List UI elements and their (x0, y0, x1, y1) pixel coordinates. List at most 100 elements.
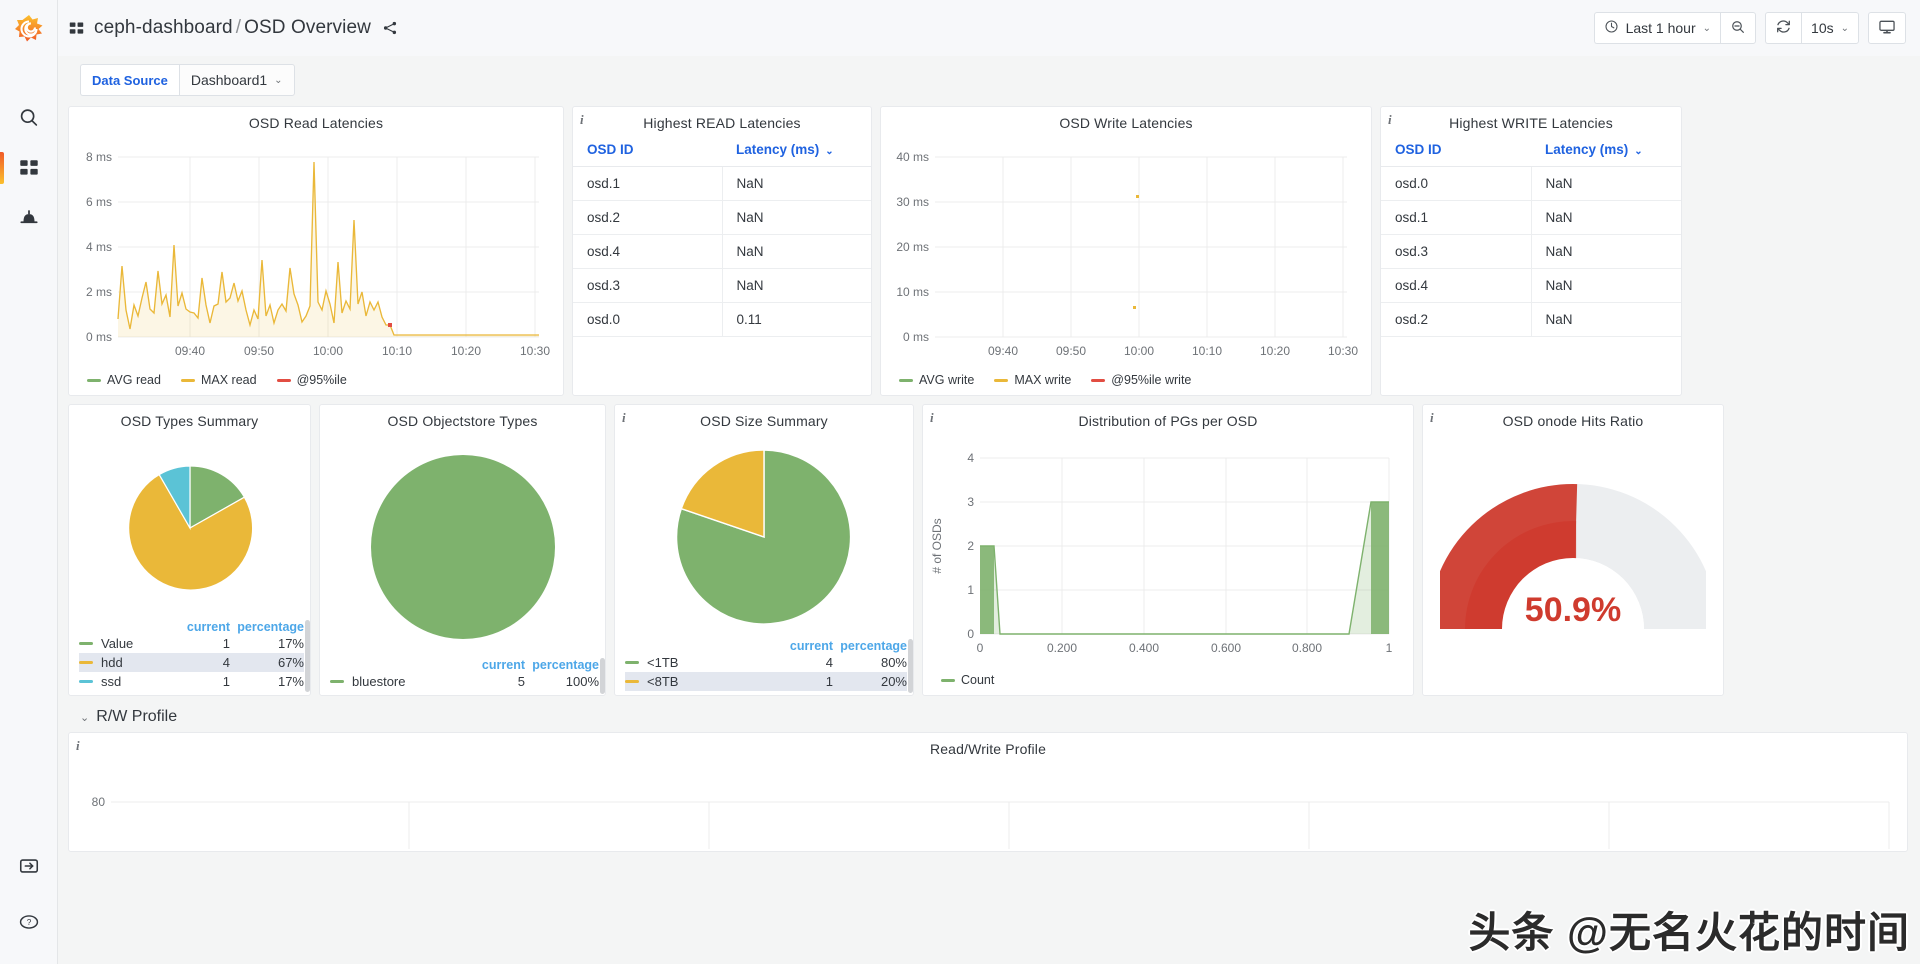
svg-text:# of OSDs: # of OSDs (930, 518, 944, 573)
legend-row[interactable]: <1TB 4 80% (625, 653, 907, 672)
graph-area[interactable]: 40 ms 30 ms 20 ms 10 ms 0 ms 09:40 09:50… (881, 133, 1371, 371)
row-header-rw-profile[interactable]: ⌄ R/W Profile (68, 704, 1908, 732)
row-header-title: R/W Profile (96, 708, 178, 725)
panel-osd-size-summary[interactable]: i OSD Size Summary current percentage <1… (614, 404, 914, 696)
graph-area[interactable]: 8 ms 6 ms 4 ms 2 ms 0 ms 09:40 09:50 10:… (69, 133, 563, 371)
legend-swatch (87, 378, 101, 382)
legend-row[interactable]: hdd 4 67% (79, 653, 304, 672)
refresh-button[interactable] (1765, 12, 1802, 44)
tv-mode-button[interactable] (1868, 12, 1906, 44)
table-row[interactable]: osd.4 NaN (1381, 268, 1681, 303)
legend-label: ssd (101, 674, 122, 689)
panel-read-write-profile[interactable]: i Read/Write Profile 80 (68, 732, 1908, 852)
toolbar-right: Last 1 hour ⌄ 10s ⌄ (1593, 12, 1906, 44)
info-icon[interactable]: i (622, 411, 626, 424)
info-icon[interactable]: i (930, 411, 934, 424)
legend-header-current: current (186, 620, 230, 634)
panel-title: OSD Read Latencies (248, 115, 384, 131)
legend-item[interactable]: MAX read (180, 373, 257, 387)
panel-title: OSD Size Summary (700, 413, 828, 429)
info-icon[interactable]: i (580, 113, 584, 126)
refresh-controls-group: 10s ⌄ (1765, 12, 1859, 44)
column-header-latency-label: Latency (ms) (1545, 142, 1629, 157)
monitor-icon (1878, 18, 1896, 39)
panel-distribution-pgs-per-osd[interactable]: i Distribution of PGs per OSD 4 3 2 1 0 … (922, 404, 1414, 696)
main-area: ceph-dashboard / OSD Overview Last 1 hou… (58, 0, 1920, 964)
legend-percentage: 100% (565, 674, 599, 689)
chevron-down-icon: ⌄ (80, 711, 90, 724)
column-header-latency[interactable]: Latency (ms) ⌄ (1531, 133, 1681, 167)
legend-item[interactable]: AVG read (87, 373, 161, 387)
write-latencies-chart: 40 ms 30 ms 20 ms 10 ms 0 ms 09:40 09:50… (896, 150, 1358, 358)
legend-item[interactable]: MAX write (994, 373, 1071, 387)
time-controls-group: Last 1 hour ⌄ (1593, 12, 1757, 44)
legend-item[interactable]: Count (941, 673, 994, 687)
breadcrumb-current[interactable]: OSD Overview (244, 17, 371, 38)
info-icon[interactable]: i (1388, 113, 1392, 126)
info-icon[interactable]: i (76, 739, 80, 752)
grafana-logo-icon[interactable] (9, 9, 49, 49)
breadcrumb-root[interactable]: ceph-dashboard (94, 17, 233, 38)
legend-label: bluestore (352, 674, 406, 689)
time-range-picker[interactable]: Last 1 hour ⌄ (1593, 12, 1721, 44)
sidebar-item-dashboards[interactable] (0, 143, 58, 193)
svg-text:?: ? (26, 918, 31, 927)
legend-row[interactable]: ssd 1 17% (79, 672, 304, 691)
svg-text:0.600: 0.600 (1211, 641, 1241, 655)
sidebar-nav-top (0, 93, 57, 243)
datasource-variable-select[interactable]: Dashboard1 ⌄ (178, 64, 295, 96)
svg-text:20 ms: 20 ms (896, 240, 929, 254)
column-header-osd-id[interactable]: OSD ID (1381, 133, 1531, 167)
legend-item[interactable]: @95%ile (276, 373, 347, 387)
share-icon[interactable] (382, 20, 398, 36)
chevron-down-icon: ⌄ (1702, 22, 1712, 34)
sidebar-item-alerting[interactable] (0, 193, 58, 243)
table-row[interactable]: osd.1 NaN (1381, 200, 1681, 235)
table-row[interactable]: osd.1 NaN (573, 166, 871, 201)
legend-scrollbar[interactable] (305, 620, 310, 692)
legend-row[interactable]: Value 1 17% (79, 634, 304, 653)
table-row[interactable]: osd.0 NaN (1381, 166, 1681, 201)
column-header-osd-id[interactable]: OSD ID (573, 133, 722, 167)
panel-highest-read-latencies[interactable]: i Highest READ Latencies OSD ID Latency … (572, 106, 872, 396)
table-row[interactable]: osd.3 NaN (573, 268, 871, 303)
table-row[interactable]: osd.0 0.11 (573, 302, 871, 337)
legend-header-current: current (481, 658, 525, 672)
panel-osd-read-latencies[interactable]: OSD Read Latencies 8 ms 6 ms 4 ms 2 ms 0… (68, 106, 564, 396)
sidebar-item-sign-in[interactable] (0, 838, 58, 894)
legend-row[interactable]: bluestore 5 100% (330, 672, 599, 691)
legend-percentage: 67% (277, 655, 304, 670)
info-icon[interactable]: i (1430, 411, 1434, 424)
legend-scrollbar[interactable] (908, 639, 913, 693)
legend-item[interactable]: AVG write (899, 373, 974, 387)
legend-item[interactable]: @95%ile write (1091, 373, 1191, 387)
refresh-interval-picker[interactable]: 10s ⌄ (1801, 12, 1859, 44)
legend-row[interactable]: <8TB 1 20% (625, 672, 907, 691)
panel-osd-objectstore-types[interactable]: OSD Objectstore Types current percentage (319, 404, 606, 696)
table-row[interactable]: osd.3 NaN (1381, 234, 1681, 269)
legend-label: @95%ile write (1111, 373, 1192, 387)
graph-area[interactable]: 80 (69, 759, 1907, 851)
panel-title: Highest WRITE Latencies (1449, 115, 1613, 131)
cell-latency: NaN (1531, 166, 1681, 201)
table-row[interactable]: osd.2 NaN (1381, 302, 1681, 337)
column-header-latency[interactable]: Latency (ms) ⌄ (722, 133, 871, 167)
zoom-out-button[interactable] (1720, 12, 1757, 44)
sidebar-item-help[interactable]: ? (0, 894, 58, 950)
panel-osd-write-latencies[interactable]: OSD Write Latencies 40 ms 30 ms 20 ms 10… (880, 106, 1372, 396)
legend-current: 1 (825, 674, 833, 689)
panel-title: Distribution of PGs per OSD (1078, 413, 1258, 429)
cell-latency: NaN (722, 234, 871, 269)
legend-header-percentage: percentage (237, 620, 304, 634)
sidebar-item-search[interactable] (0, 93, 58, 143)
panel-highest-write-latencies[interactable]: i Highest WRITE Latencies OSD ID Latency… (1380, 106, 1682, 396)
legend-scrollbar[interactable] (600, 658, 605, 694)
panel-osd-types-summary[interactable]: OSD Types Summary current percentage Val… (68, 404, 311, 696)
table-row[interactable]: osd.2 NaN (573, 200, 871, 235)
table-row[interactable]: osd.4 NaN (573, 234, 871, 269)
svg-text:10:00: 10:00 (313, 344, 343, 358)
legend-swatch (625, 680, 639, 683)
graph-area[interactable]: 4 3 2 1 0 # of OSDs 0 0.200 0.400 0.600 … (923, 431, 1413, 671)
panel-osd-onode-hits-ratio[interactable]: i OSD onode Hits Ratio 50.9% (1422, 404, 1724, 696)
column-header-latency-label: Latency (ms) (736, 142, 820, 157)
